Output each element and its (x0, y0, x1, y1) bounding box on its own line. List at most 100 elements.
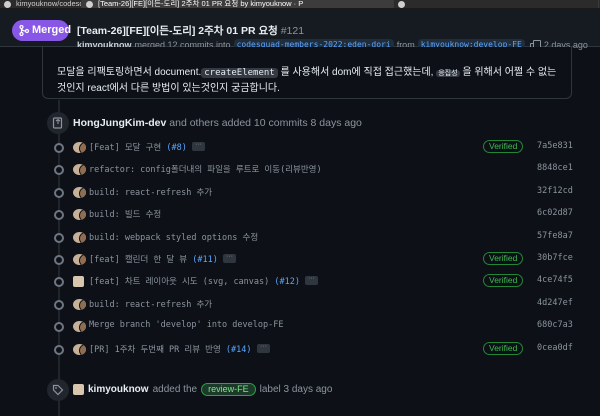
commit-sha-link[interactable]: 30b7fce (537, 253, 573, 263)
expand-commit-button[interactable]: ··· (305, 275, 318, 286)
avatar[interactable] (73, 321, 86, 333)
commit-message-link[interactable]: [PR] 1주차 두번째 PR 리뷰 반영 (#14) (89, 343, 252, 355)
issue-link[interactable]: (#14) (226, 345, 252, 355)
browser-tab-pr[interactable]: [Team-26][FE][이든-도리] 2주차 01 PR 요청 by kim… (82, 0, 394, 8)
commit-row: build: 빌드 수정 6c02d87 (0, 205, 600, 223)
commit-message-link[interactable]: build: react-refresh 추가 (89, 186, 212, 198)
commit-message-text: build: react-refresh 추가 (89, 299, 213, 310)
commit-message-link[interactable]: build: webpack styled options 수정 (89, 231, 258, 243)
avatar[interactable] (73, 164, 86, 176)
avatar[interactable] (73, 254, 86, 265)
avatar[interactable] (73, 142, 86, 153)
browser-tab-title: [Team-26][FE][이든-도리] 2주차 01 PR 요청 by kim… (98, 0, 304, 8)
commit-row: Merge branch 'develop' into develop-FE 68… (0, 317, 600, 335)
comment-code: 응집성 (436, 70, 460, 77)
browser-tab-strip: kimyouknow/codesquad-airbnb: 그룹 프로젝트 #4 … (0, 0, 600, 9)
verified-badge[interactable]: Verified (483, 274, 524, 288)
commits-event-text: and others added 10 commits 8 days ago (169, 117, 362, 129)
browser-tab-blank[interactable] (394, 0, 599, 8)
commit-dot-icon (54, 232, 64, 243)
commit-message-text: build: 빌드 수정 (89, 210, 162, 221)
merge-icon (19, 25, 29, 36)
browser-tab-airbnb[interactable]: kimyouknow/codesquad-airbnb: 그룹 프로젝트 #4 (0, 0, 82, 8)
avatar[interactable] (73, 276, 84, 288)
issue-link[interactable]: (#11) (192, 255, 218, 265)
comment-code: createElement (201, 68, 278, 78)
label-added-text: added the (152, 384, 198, 395)
verified-badge[interactable]: Verified (483, 252, 524, 265)
comment-box: 모달을 리팩토링하면서 document. createElement 를 사용해… (42, 47, 572, 99)
merged-status-label: Merged (32, 24, 72, 36)
tag-icon (52, 384, 64, 396)
commit-message-link[interactable]: [feat] 차트 레이아웃 시도 (svg, canvas) (#12) (89, 275, 300, 287)
commit-message-text: build: webpack styled options 수정 (89, 232, 259, 243)
commit-event-badge (47, 112, 69, 134)
commit-message-link[interactable]: [feat] 캘린더 한 달 뷰 (#11) (89, 253, 218, 265)
expand-commit-button[interactable]: ··· (223, 253, 236, 263)
commit-dot-icon (54, 187, 64, 198)
commit-message-link[interactable]: build: 빌드 수정 (89, 208, 161, 220)
commit-dot-icon (54, 143, 64, 153)
commit-dot-icon (54, 165, 64, 176)
commit-sha-link[interactable]: 7a5e831 (537, 141, 573, 151)
commit-row: [Feat] 모달 구현 (#8) ··· Verified 7a5e831 (0, 138, 600, 156)
commit-message-link[interactable]: Merge branch 'develop' into develop-FE (89, 320, 283, 330)
commit-dot-icon (54, 322, 64, 333)
browser-tab-title: kimyouknow/codesquad-airbnb: 그룹 프로젝트 #4 (16, 0, 81, 8)
issue-link[interactable]: (#12) (274, 277, 300, 287)
github-favicon-icon (86, 1, 93, 8)
comment-body: 모달을 리팩토링하면서 document. createElement 를 사용해… (57, 65, 562, 96)
pr-number: #121 (280, 25, 305, 37)
commit-row: build: react-refresh 추가 32f12cd (0, 183, 600, 201)
github-favicon-icon (4, 1, 11, 8)
comment-text: 모달을 리팩토링하면서 document. (57, 67, 202, 78)
commit-dot-icon (54, 299, 64, 310)
avatar[interactable] (73, 186, 86, 198)
commit-sha-link[interactable]: 680c7a3 (537, 320, 573, 330)
commit-message-text: [PR] 1주차 두번째 PR 리뷰 반영 (89, 344, 226, 355)
commit-row: build: webpack styled options 수정 57fe8a7 (0, 228, 600, 246)
verified-badge[interactable]: Verified (483, 341, 524, 355)
issue-link[interactable]: (#8) (166, 143, 186, 153)
commit-sha-link[interactable]: 57fe8a7 (537, 231, 573, 241)
review-fe-label[interactable]: review-FE (201, 383, 256, 396)
commit-sha-link[interactable]: 0cea0df (537, 343, 573, 353)
avatar[interactable] (73, 384, 84, 395)
avatar[interactable] (73, 343, 86, 355)
commit-message-text: Merge branch 'develop' into develop-FE (89, 320, 284, 331)
commit-message-link[interactable]: [Feat] 모달 구현 (#8) (89, 141, 187, 153)
label-author-link[interactable]: kimyouknow (88, 384, 149, 395)
commit-dot-icon (54, 344, 64, 355)
commit-sha-link[interactable]: 8848ce1 (537, 163, 573, 173)
commits-event-header: HongJungKim-dev and others added 10 comm… (73, 117, 362, 129)
commit-message-text: [feat] 캘린더 한 달 뷰 (89, 255, 193, 265)
pr-title-text: [Team-26][FE][이든-도리] 2주차 01 PR 요청 (77, 25, 278, 37)
merged-status-badge: Merged (12, 20, 72, 41)
commit-dot-icon (54, 277, 64, 288)
commit-row: [PR] 1주차 두번째 PR 리뷰 반영 (#14) ··· Verified 0c… (0, 340, 600, 358)
verified-badge[interactable]: Verified (483, 140, 524, 153)
commit-row: build: react-refresh 추가 4d247ef (0, 295, 600, 313)
commit-message-text: refactor: config폴더내의 파일을 루트로 이동(리뷰반영) (89, 165, 322, 176)
commit-sha-link[interactable]: 32f12cd (537, 186, 573, 196)
avatar[interactable] (73, 231, 86, 243)
commit-message-link[interactable]: build: react-refresh 추가 (89, 298, 212, 310)
commit-sha-link[interactable]: 4ce74f5 (537, 275, 573, 285)
commit-message-text: build: react-refresh 추가 (89, 187, 213, 198)
commit-row: [feat] 차트 레이아웃 시도 (svg, canvas) (#12) ···… (0, 272, 600, 290)
avatar[interactable] (73, 209, 86, 221)
expand-commit-button[interactable]: ··· (192, 141, 205, 151)
commit-row: [feat] 캘린더 한 달 뷰 (#11) ··· Verified 30b7fce (0, 250, 600, 268)
pr-header: Merged [Team-26][FE][이든-도리] 2주차 01 PR 요청… (0, 9, 600, 52)
label-time-text: label 3 days ago (259, 384, 333, 395)
avatar[interactable] (73, 298, 86, 310)
commits-author-link[interactable]: HongJungKim-dev (73, 117, 166, 129)
commit-dot-icon (54, 255, 64, 265)
commit-sha-link[interactable]: 4d247ef (537, 298, 573, 308)
pr-title: [Team-26][FE][이든-도리] 2주차 01 PR 요청 #121 (77, 23, 304, 38)
commit-message-link[interactable]: refactor: config폴더내의 파일을 루트로 이동(리뷰반영) (89, 163, 322, 175)
expand-commit-button[interactable]: ··· (257, 343, 270, 353)
commit-message-text: [Feat] 모달 구현 (89, 143, 167, 153)
github-favicon-icon (398, 1, 405, 8)
commit-sha-link[interactable]: 6c02d87 (537, 208, 573, 218)
